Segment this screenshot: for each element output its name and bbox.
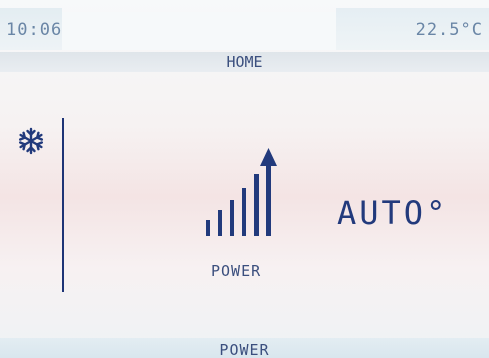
bottom-bar: POWER	[0, 338, 489, 358]
clock-time: 10:06	[6, 20, 63, 40]
fan-mode-value[interactable]: AUTO°	[337, 194, 448, 232]
power-label: POWER	[211, 262, 262, 280]
thermostat-screen: 10:06 22.5°C HOME POWER AUTO° POWER	[0, 0, 489, 358]
room-temperature: 22.5°C	[415, 20, 483, 40]
status-bar-middle	[62, 12, 336, 50]
bottom-power-label[interactable]: POWER	[0, 341, 489, 358]
screen-title: HOME	[226, 53, 263, 71]
title-bar: HOME	[0, 52, 489, 72]
power-level-icon[interactable]	[200, 148, 290, 240]
status-bar: 10:06 22.5°C	[0, 8, 489, 50]
vertical-divider	[62, 118, 64, 292]
snowflake-icon[interactable]	[16, 126, 46, 156]
